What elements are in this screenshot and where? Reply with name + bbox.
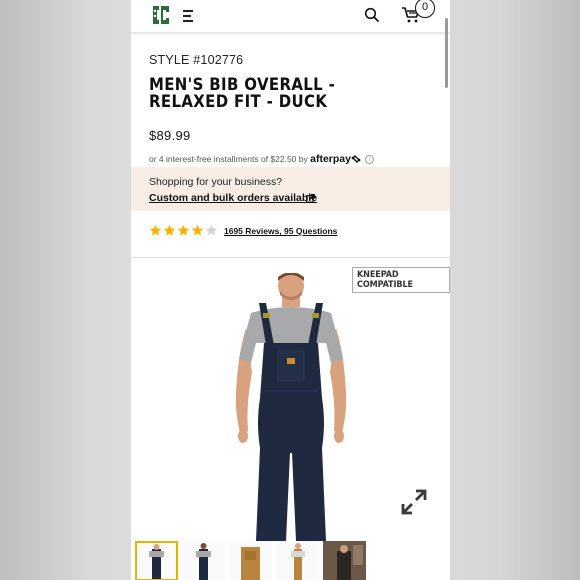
product-title: MEN'S BIB OVERALL - RELAXED FIT - DUCK bbox=[149, 75, 336, 112]
style-number: STYLE #102776 bbox=[149, 53, 244, 67]
product-main-image[interactable] bbox=[226, 273, 356, 543]
thumbnail-brown-full-view[interactable] bbox=[276, 541, 319, 580]
thumbnail-brown-bib-view[interactable] bbox=[229, 541, 272, 580]
business-banner: Shopping for your business? Custom and b… bbox=[131, 167, 450, 211]
product-image-gallery: KNEEPAD COMPATIBLE bbox=[131, 257, 450, 580]
info-icon[interactable]: i bbox=[365, 155, 375, 164]
afterpay-text: or 4 interest-free installments of $22.5… bbox=[149, 154, 308, 164]
cart-count-badge[interactable]: 0 bbox=[415, 0, 435, 18]
afterpay-arrows-icon bbox=[351, 155, 361, 163]
expand-icon[interactable] bbox=[400, 488, 428, 516]
top-nav-bar: 0 bbox=[131, 0, 450, 33]
thumbnail-strip bbox=[131, 541, 450, 580]
page-scrollbar[interactable] bbox=[445, 18, 448, 88]
afterpay-logo[interactable]: afterpay bbox=[310, 153, 351, 165]
thumbnail-lifestyle-view[interactable] bbox=[323, 541, 366, 580]
external-link-icon[interactable] bbox=[306, 194, 315, 203]
star-filled-icon bbox=[163, 224, 176, 236]
product-price: $89.99 bbox=[149, 128, 191, 143]
product-page: 0 STYLE #102776 MEN'S BIB OVERALL - RELA… bbox=[131, 0, 450, 580]
star-filled-icon bbox=[191, 224, 204, 236]
carhartt-c-logo-icon[interactable] bbox=[149, 3, 173, 27]
star-empty-icon bbox=[205, 224, 218, 236]
thumbnail-back-view[interactable] bbox=[182, 541, 225, 580]
business-prompt: Shopping for your business? bbox=[149, 176, 283, 188]
star-filled-icon bbox=[149, 224, 162, 236]
rating-stars[interactable] bbox=[149, 224, 218, 237]
bulk-orders-link[interactable]: Custom and bulk orders available bbox=[149, 192, 317, 204]
thumbnail-front-view[interactable] bbox=[135, 541, 178, 580]
afterpay-installments: or 4 interest-free installments of $22.5… bbox=[149, 153, 375, 165]
kneepad-compatible-badge: KNEEPAD COMPATIBLE bbox=[352, 267, 450, 293]
search-icon[interactable] bbox=[364, 7, 380, 23]
reviews-link[interactable]: 1695 Reviews, 95 Questions bbox=[224, 226, 337, 236]
star-filled-icon bbox=[177, 224, 190, 236]
hamburger-menu-icon[interactable] bbox=[183, 10, 193, 22]
